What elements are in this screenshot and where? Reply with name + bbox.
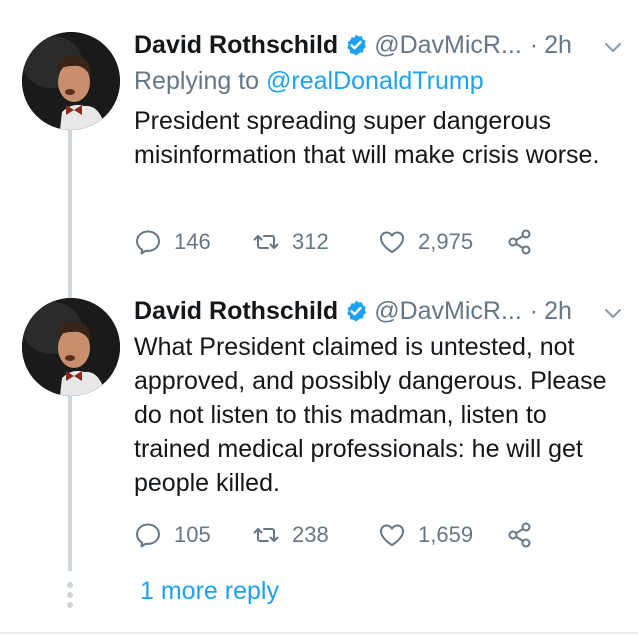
chevron-down-icon[interactable] bbox=[602, 36, 624, 58]
tweet[interactable]: David Rothschild @DavMicR... · 2h What P… bbox=[0, 290, 638, 570]
retweet-count: 312 bbox=[292, 229, 329, 254]
author-handle[interactable]: @DavMicR... bbox=[374, 296, 522, 326]
like-button[interactable]: 1,659 bbox=[378, 521, 506, 549]
retweet-button[interactable]: 312 bbox=[252, 228, 378, 256]
like-button[interactable]: 2,975 bbox=[378, 228, 506, 256]
retweet-count: 238 bbox=[292, 522, 329, 547]
reply-count: 146 bbox=[174, 229, 211, 254]
avatar[interactable] bbox=[22, 32, 120, 130]
tweet-header: David Rothschild @DavMicR... · 2h bbox=[134, 30, 628, 60]
timestamp[interactable]: 2h bbox=[544, 30, 572, 60]
tweet-header: David Rothschild @DavMicR... · 2h bbox=[134, 296, 628, 326]
more-replies-link[interactable]: 1 more reply bbox=[140, 575, 279, 607]
verified-badge-icon bbox=[344, 299, 368, 323]
like-count: 2,975 bbox=[418, 229, 474, 254]
share-button[interactable] bbox=[506, 521, 546, 549]
replying-prefix: Replying to bbox=[134, 67, 267, 95]
author-name[interactable]: David Rothschild bbox=[134, 296, 338, 326]
reply-count: 105 bbox=[174, 522, 211, 547]
tweet[interactable]: David Rothschild @DavMicR... · 2h Replyi… bbox=[0, 0, 638, 290]
share-button[interactable] bbox=[506, 228, 546, 256]
tweet-text: What President claimed is untested, not … bbox=[134, 333, 607, 497]
like-count: 1,659 bbox=[418, 522, 474, 547]
reply-button[interactable]: 105 bbox=[134, 521, 252, 549]
verified-badge-icon bbox=[344, 33, 368, 57]
retweet-icon bbox=[253, 235, 279, 249]
reply-icon bbox=[136, 230, 160, 255]
share-icon bbox=[508, 229, 531, 255]
timestamp[interactable]: 2h bbox=[544, 296, 572, 326]
reply-icon bbox=[136, 523, 160, 548]
retweet-icon bbox=[253, 528, 279, 542]
tweet-actions: 105 238 1,659 bbox=[134, 518, 546, 552]
retweet-button[interactable]: 238 bbox=[252, 521, 378, 549]
reply-button[interactable]: 146 bbox=[134, 228, 252, 256]
separator-dot: · bbox=[529, 31, 539, 59]
divider bbox=[0, 632, 638, 634]
tweet-text: President spreading super dangerous misi… bbox=[134, 107, 600, 169]
like-icon bbox=[380, 524, 404, 546]
separator-dot: · bbox=[529, 297, 539, 325]
share-icon bbox=[508, 522, 531, 548]
avatar[interactable] bbox=[22, 298, 120, 396]
author-handle[interactable]: @DavMicR... bbox=[374, 30, 522, 60]
like-icon bbox=[380, 231, 404, 253]
thread-dots bbox=[66, 582, 74, 612]
replying-to-link[interactable]: @realDonaldTrump bbox=[266, 67, 484, 95]
chevron-down-icon[interactable] bbox=[602, 302, 624, 324]
replying-to: Replying to @realDonaldTrump bbox=[134, 66, 484, 96]
tweet-actions: 146 312 2,975 bbox=[134, 225, 546, 259]
author-name[interactable]: David Rothschild bbox=[134, 30, 338, 60]
